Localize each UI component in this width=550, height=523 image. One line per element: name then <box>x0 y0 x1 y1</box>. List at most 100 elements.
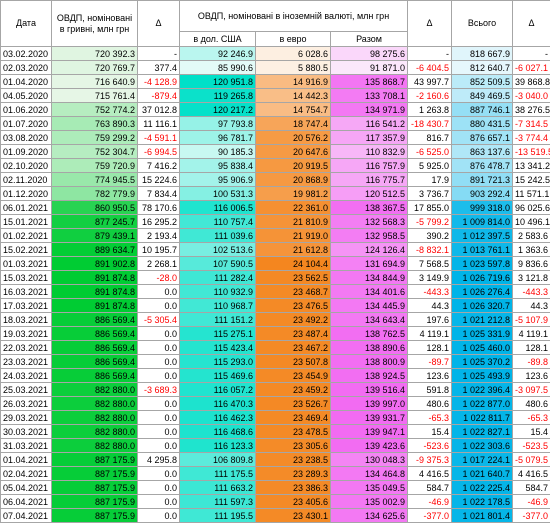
delta-fx-cell: -65.3 <box>408 411 452 425</box>
delta-total-cell: 15 242.5 <box>513 173 550 187</box>
date-cell: 15.01.2021 <box>1 215 52 229</box>
usd-cell: 111 282.4 <box>180 271 256 285</box>
delta-fx-cell: 17 855.0 <box>408 201 452 215</box>
eur-cell: 14 916.9 <box>256 75 331 89</box>
eur-cell: 23 492.2 <box>256 313 331 327</box>
header-delta-fx: Δ <box>408 1 452 47</box>
table-row: 05.04.2021887 175.90.0111 663.223 386.31… <box>1 481 550 495</box>
delta-fx-cell: -377.0 <box>408 509 452 523</box>
table-row: 30.03.2021882 880.00.0116 468.623 478.51… <box>1 425 550 439</box>
date-cell: 02.10.2020 <box>1 159 52 173</box>
delta-uah-cell: -3 689.3 <box>138 383 180 397</box>
sum-cell: 139 947.1 <box>331 425 408 439</box>
date-cell: 26.03.2021 <box>1 397 52 411</box>
sum-cell: 139 997.0 <box>331 397 408 411</box>
delta-uah-cell: 0.0 <box>138 369 180 383</box>
eur-cell: 6 028.6 <box>256 47 331 61</box>
delta-fx-cell: -6 525.0 <box>408 145 452 159</box>
total-cell: 1 026 719.6 <box>452 271 513 285</box>
total-cell: 1 025 370.2 <box>452 355 513 369</box>
eur-cell: 23 454.9 <box>256 369 331 383</box>
table-row: 15.03.2021891 874.8-28.0111 282.423 562.… <box>1 271 550 285</box>
eur-cell: 23 562.5 <box>256 271 331 285</box>
sum-cell: 132 568.3 <box>331 215 408 229</box>
table-row: 01.04.2020716 640.9-4 128.9120 951.814 9… <box>1 75 550 89</box>
eur-cell: 23 468.7 <box>256 285 331 299</box>
date-cell: 24.03.2021 <box>1 369 52 383</box>
delta-total-cell: -89.8 <box>513 355 550 369</box>
date-cell: 22.03.2021 <box>1 341 52 355</box>
total-cell: 852 509.5 <box>452 75 513 89</box>
uah-cell: 782 779.9 <box>52 187 138 201</box>
delta-uah-cell: 10 195.7 <box>138 243 180 257</box>
delta-total-cell: 44.3 <box>513 299 550 313</box>
usd-cell: 111 151.2 <box>180 313 256 327</box>
header-date: Дата <box>1 1 52 47</box>
delta-uah-cell: 0.0 <box>138 411 180 425</box>
delta-total-cell: -46.9 <box>513 495 550 509</box>
delta-uah-cell: 2 268.1 <box>138 257 180 271</box>
header-sum: Разом <box>331 32 408 47</box>
table-row: 18.03.2021886 569.4-5 305.4111 151.223 4… <box>1 313 550 327</box>
total-cell: 1 023 597.8 <box>452 257 513 271</box>
usd-cell: 111 597.3 <box>180 495 256 509</box>
delta-total-cell: -377.0 <box>513 509 550 523</box>
delta-uah-cell: 0.0 <box>138 495 180 509</box>
eur-cell: 23 478.5 <box>256 425 331 439</box>
delta-uah-cell: 7 416.2 <box>138 159 180 173</box>
delta-fx-cell: 390.2 <box>408 229 452 243</box>
usd-cell: 116 470.3 <box>180 397 256 411</box>
delta-fx-cell: 5 925.0 <box>408 159 452 173</box>
eur-cell: 23 405.6 <box>256 495 331 509</box>
uah-cell: 720 392.3 <box>52 47 138 61</box>
delta-fx-cell: 17.9 <box>408 173 452 187</box>
sum-cell: 117 357.9 <box>331 131 408 145</box>
delta-total-cell: -3 040.0 <box>513 89 550 103</box>
delta-fx-cell: -9 375.3 <box>408 453 452 467</box>
delta-uah-cell: 2 193.4 <box>138 229 180 243</box>
eur-cell: 23 238.5 <box>256 453 331 467</box>
delta-fx-cell: -89.7 <box>408 355 452 369</box>
eur-cell: 23 487.4 <box>256 327 331 341</box>
date-cell: 01.04.2021 <box>1 453 52 467</box>
sum-cell: 138 800.9 <box>331 355 408 369</box>
usd-cell: 97 793.8 <box>180 117 256 131</box>
date-cell: 01.06.2020 <box>1 103 52 117</box>
sum-cell: 138 890.6 <box>331 341 408 355</box>
table-row: 29.03.2021882 880.00.0116 462.323 469.41… <box>1 411 550 425</box>
table-row: 01.06.2020752 774.237 012.8120 217.214 7… <box>1 103 550 117</box>
delta-total-cell: 38 276.5 <box>513 103 550 117</box>
delta-total-cell: 1 363.6 <box>513 243 550 257</box>
eur-cell: 19 981.2 <box>256 187 331 201</box>
sum-cell: 139 931.7 <box>331 411 408 425</box>
table-row: 15.01.2021877 245.716 295.2110 757.421 8… <box>1 215 550 229</box>
delta-total-cell: 480.6 <box>513 397 550 411</box>
sum-cell: 133 708.1 <box>331 89 408 103</box>
uah-cell: 759 299.2 <box>52 131 138 145</box>
table-row: 01.12.2020782 779.97 834.4100 531.319 98… <box>1 187 550 201</box>
table-row: 15.02.2021889 634.710 195.7102 513.621 6… <box>1 243 550 257</box>
header-usd: в дол. США <box>180 32 256 47</box>
uah-cell: 715 761.4 <box>52 89 138 103</box>
delta-uah-cell: 0.0 <box>138 327 180 341</box>
table-row: 23.03.2021886 569.40.0115 293.023 507.81… <box>1 355 550 369</box>
uah-cell: 886 569.4 <box>52 369 138 383</box>
delta-total-cell: -5 107.9 <box>513 313 550 327</box>
uah-cell: 891 874.8 <box>52 271 138 285</box>
uah-cell: 882 880.0 <box>52 411 138 425</box>
delta-uah-cell: - <box>138 47 180 61</box>
delta-total-cell: -3 097.5 <box>513 383 550 397</box>
delta-total-cell: 4 119.1 <box>513 327 550 341</box>
sum-cell: 134 401.6 <box>331 285 408 299</box>
delta-fx-cell: -6 404.5 <box>408 61 452 75</box>
delta-total-cell: -5 079.5 <box>513 453 550 467</box>
usd-cell: 95 838.4 <box>180 159 256 173</box>
delta-total-cell: 123.6 <box>513 369 550 383</box>
table-row: 19.03.2021886 569.40.0115 275.123 487.41… <box>1 327 550 341</box>
date-cell: 01.04.2020 <box>1 75 52 89</box>
table-row: 03.02.2020720 392.3-92 246.96 028.698 27… <box>1 47 550 61</box>
delta-fx-cell: 44.3 <box>408 299 452 313</box>
delta-uah-cell: -5 305.4 <box>138 313 180 327</box>
delta-total-cell: 39 868.8 <box>513 75 550 89</box>
uah-cell: 763 890.3 <box>52 117 138 131</box>
